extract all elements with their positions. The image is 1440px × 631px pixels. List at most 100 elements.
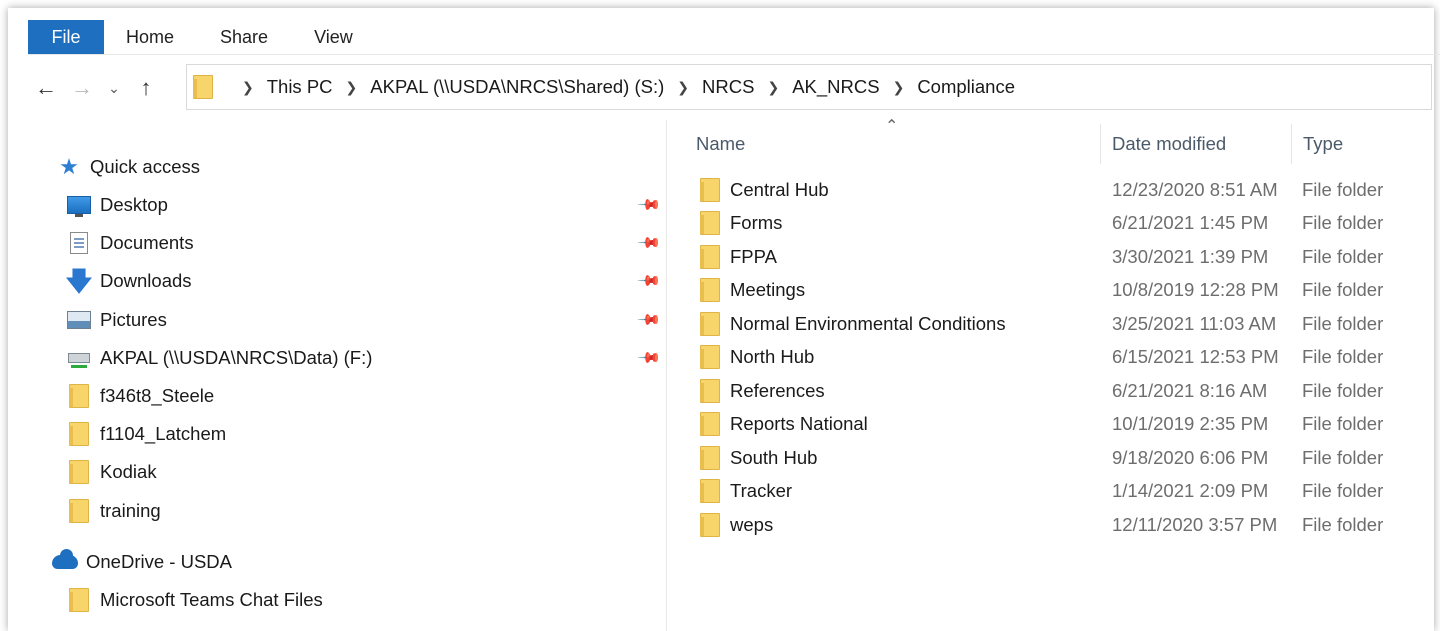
column-header-date-modified[interactable]: Date modified [1112,124,1226,164]
up-button[interactable]: ↑ [128,68,164,108]
pin-icon[interactable]: 📌 [636,345,662,371]
recent-locations-button[interactable]: ⌄ [100,68,128,108]
file-name: South Hub [730,446,818,468]
file-type: File folder [1302,312,1384,334]
folder-icon [700,411,720,436]
table-row[interactable]: Reports National 10/1/2019 2:35 PM File … [667,407,1440,440]
sidebar-item-quick-access[interactable]: ★ Quick access [56,150,200,184]
desktop-icon [67,196,91,217]
downloads-icon: 🡇 [65,266,93,296]
folder-icon [69,499,89,523]
table-row[interactable]: North Hub 6/15/2021 12:53 PM File folder [667,340,1440,373]
sidebar-item-data-drive[interactable]: AKPAL (\\USDA\NRCS\Data) (F:) [66,341,372,375]
file-name: weps [730,513,774,535]
arrow-right-icon: → [71,75,93,100]
sidebar-item-label: Documents [100,232,194,253]
pin-icon[interactable]: 📌 [636,230,662,256]
file-date-modified: 10/8/2019 12:28 PM [1112,278,1279,300]
file-date-modified: 6/21/2021 8:16 AM [1112,379,1268,401]
table-row[interactable]: South Hub 9/18/2020 6:06 PM File folder [667,441,1440,474]
tab-file[interactable]: File [28,20,104,54]
sidebar-item-label: Microsoft Teams Chat Files [100,589,323,610]
navigation-pane: ★ Quick access Desktop 📌 Documents 📌 🡇 D… [28,120,667,631]
folder-icon [69,422,89,446]
breadcrumb-this-pc[interactable]: This PC [267,76,333,98]
forward-button[interactable]: → [64,68,100,108]
column-header-type[interactable]: Type [1303,124,1343,164]
sidebar-item-label: AKPAL (\\USDA\NRCS\Data) (F:) [100,347,373,368]
file-type: File folder [1302,379,1384,401]
file-explorer-window: File Home Share View ← → ⌄ ↑ ❯ This PC ❯… [0,0,1440,631]
file-date-modified: 6/21/2021 1:45 PM [1112,211,1269,233]
table-row[interactable]: Central Hub 12/23/2020 8:51 AM File fold… [667,173,1440,206]
cloud-icon [52,549,78,569]
sidebar-item-desktop[interactable]: Desktop [66,188,168,222]
sidebar-item-kodiak[interactable]: Kodiak [66,455,157,489]
navigation-bar: ← → ⌄ ↑ ❯ This PC ❯ AKPAL (\\USDA\NRCS\S… [28,64,1432,112]
sidebar-item-onedrive[interactable]: OneDrive - USDA [52,545,232,579]
file-date-modified: 3/30/2021 1:39 PM [1112,245,1269,267]
folder-icon [700,344,720,369]
column-divider[interactable] [1291,124,1292,164]
address-bar[interactable]: ❯ This PC ❯ AKPAL (\\USDA\NRCS\Shared) (… [186,64,1432,110]
file-date-modified: 1/14/2021 2:09 PM [1112,479,1269,501]
folder-icon [69,384,89,408]
folder-icon [700,244,720,269]
breadcrumb-nrcs[interactable]: NRCS [702,76,754,98]
tab-view[interactable]: View [291,20,376,54]
file-type: File folder [1302,245,1384,267]
breadcrumb-compliance[interactable]: Compliance [917,76,1015,98]
sidebar-item-downloads[interactable]: 🡇 Downloads [66,264,192,298]
pin-icon[interactable]: 📌 [636,307,662,333]
file-date-modified: 3/25/2021 11:03 AM [1112,312,1277,334]
sidebar-item-pictures[interactable]: Pictures [66,303,167,337]
column-header-name[interactable]: Name [696,124,745,164]
sidebar-item-training[interactable]: training [66,494,161,528]
folder-icon [193,75,213,99]
arrow-left-icon: ← [35,75,57,100]
table-row[interactable]: Normal Environmental Conditions 3/25/202… [667,307,1440,340]
star-icon: ★ [59,154,79,179]
table-row[interactable]: Forms 6/21/2021 1:45 PM File folder [667,206,1440,239]
chevron-right-icon[interactable]: ❯ [893,79,905,96]
table-row[interactable]: weps 12/11/2020 3:57 PM File folder [667,508,1440,541]
chevron-right-icon[interactable]: ❯ [677,79,689,96]
chevron-down-icon: ⌄ [108,79,120,96]
sidebar-item-label: Quick access [90,156,201,177]
table-row[interactable]: Tracker 1/14/2021 2:09 PM File folder [667,474,1440,507]
folder-icon [69,588,89,612]
file-date-modified: 12/23/2020 8:51 AM [1112,178,1278,200]
back-button[interactable]: ← [28,68,64,108]
table-row[interactable]: FPPA 3/30/2021 1:39 PM File folder [667,240,1440,273]
file-name: Central Hub [730,178,829,200]
chevron-right-icon[interactable]: ❯ [767,79,779,96]
pin-icon[interactable]: 📌 [636,268,662,294]
file-name: North Hub [730,345,815,367]
sort-ascending-icon: ⌃ [885,118,899,135]
sidebar-item-label: Pictures [100,309,167,330]
pin-icon[interactable]: 📌 [636,192,662,218]
breadcrumb-shared-drive[interactable]: AKPAL (\\USDA\NRCS\Shared) (S:) [370,76,664,98]
file-type: File folder [1302,278,1384,300]
sidebar-item-f1104-latchem[interactable]: f1104_Latchem [66,417,226,451]
file-name: Forms [730,211,783,233]
tab-home[interactable]: Home [104,20,197,54]
file-type: File folder [1302,412,1384,434]
table-row[interactable]: References 6/21/2021 8:16 AM File folder [667,374,1440,407]
sidebar-item-f346t8-steele[interactable]: f346t8_Steele [66,379,214,413]
file-type: File folder [1302,345,1384,367]
sidebar-item-documents[interactable]: Documents [66,226,194,260]
breadcrumb-ak-nrcs[interactable]: AK_NRCS [792,76,879,98]
tab-share[interactable]: Share [197,20,291,54]
folder-icon [700,311,720,336]
sidebar-item-label: training [100,500,161,521]
sidebar-item-teams-chat-files[interactable]: Microsoft Teams Chat Files [66,583,323,617]
file-name: Reports National [730,412,868,434]
column-divider[interactable] [1100,124,1101,164]
file-name: Tracker [730,479,793,501]
file-type: File folder [1302,211,1384,233]
chevron-right-icon[interactable]: ❯ [346,79,358,96]
network-drive-icon [68,353,90,368]
chevron-right-icon[interactable]: ❯ [242,79,254,96]
table-row[interactable]: Meetings 10/8/2019 12:28 PM File folder [667,273,1440,306]
